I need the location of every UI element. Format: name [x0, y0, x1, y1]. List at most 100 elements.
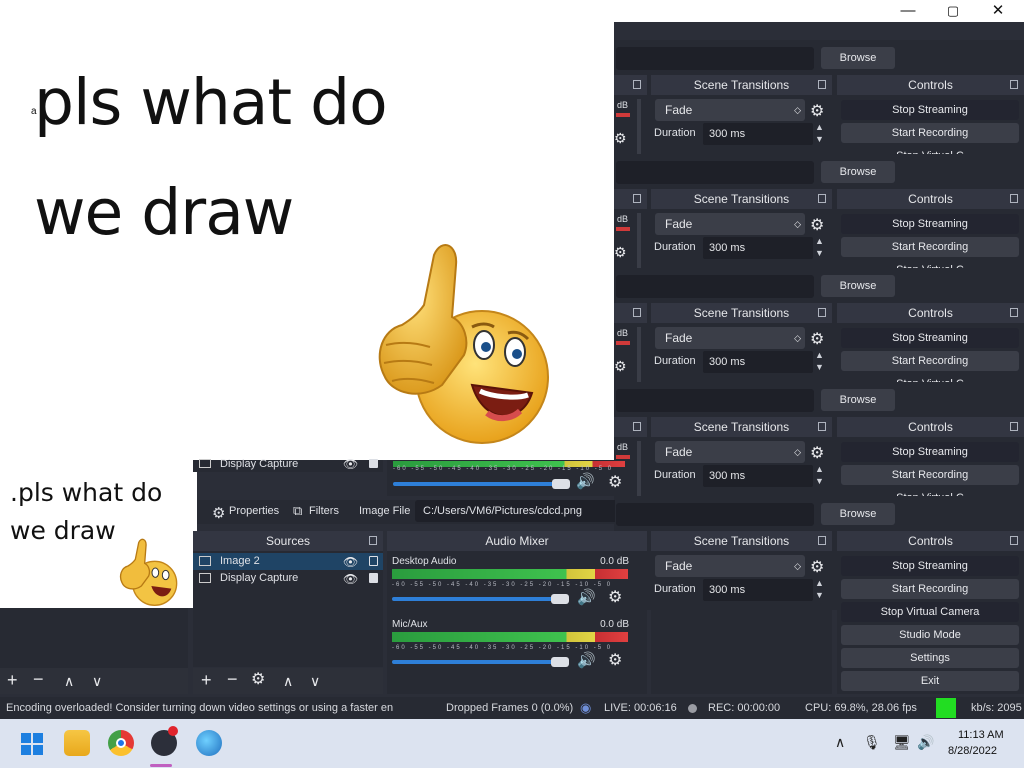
chrome-icon[interactable] — [108, 730, 134, 756]
splitter[interactable] — [637, 441, 641, 496]
volume-slider-handle[interactable] — [551, 657, 569, 667]
duration-down-icon[interactable]: ▼ — [815, 248, 824, 258]
unlock-icon[interactable] — [369, 556, 378, 566]
splitter[interactable] — [637, 327, 641, 382]
exit-button[interactable]: Exit — [841, 671, 1019, 691]
partial-virtual-camera-button[interactable]: Stop Virtual C — [841, 146, 1019, 154]
microphone-icon[interactable]: 🎙 — [863, 734, 881, 751]
volume-slider-handle[interactable] — [551, 594, 569, 604]
dock-icon[interactable] — [633, 194, 641, 203]
stop-streaming-button[interactable]: Stop Streaming — [841, 214, 1019, 234]
start-recording-button[interactable]: Start Recording — [841, 237, 1019, 257]
transition-gear-icon[interactable]: ⚙ — [810, 443, 824, 463]
dock-icon[interactable] — [818, 536, 826, 545]
duration-input[interactable]: 300 ms — [703, 237, 813, 259]
dock-icon[interactable] — [818, 308, 826, 317]
duration-input[interactable]: 300 ms — [703, 351, 813, 373]
dock-icon[interactable] — [633, 80, 641, 89]
source-item-display-capture[interactable]: Display Capture 👁 — [193, 570, 383, 587]
gear-icon[interactable]: ⚙ — [608, 653, 622, 669]
gear-icon[interactable]: ⚙ — [608, 475, 622, 491]
move-down-icon[interactable]: ∨ — [310, 674, 320, 688]
sources-list[interactable]: Image 2 👁 Display Capture 👁 — [193, 551, 383, 667]
dock-icon[interactable] — [369, 536, 377, 545]
volume-slider-handle[interactable] — [552, 479, 570, 489]
transition-gear-icon[interactable]: ⚙ — [810, 215, 824, 235]
obs-icon[interactable] — [151, 726, 178, 756]
visibility-eye-icon[interactable]: 👁 — [343, 457, 358, 471]
transition-gear-icon[interactable]: ⚙ — [810, 557, 824, 577]
remove-source-icon[interactable]: − — [227, 670, 238, 688]
transition-gear-icon[interactable]: ⚙ — [810, 329, 824, 349]
partial-virtual-camera-button[interactable]: Stop Virtual C — [841, 260, 1019, 268]
dock-icon[interactable] — [1010, 536, 1018, 545]
clock-time[interactable]: 11:13 AM — [958, 729, 1004, 741]
speaker-icon[interactable]: 🔊 — [576, 474, 595, 489]
close-button[interactable]: ✕ — [983, 1, 1013, 21]
dock-icon[interactable] — [1010, 422, 1018, 431]
stop-streaming-button[interactable]: Stop Streaming — [841, 100, 1019, 120]
duration-up-icon[interactable]: ▲ — [815, 578, 824, 588]
transition-select[interactable]: Fade ◇ — [655, 327, 805, 349]
visibility-eye-icon[interactable]: 👁 — [343, 555, 358, 569]
stop-streaming-button[interactable]: Stop Streaming — [841, 328, 1019, 348]
start-recording-button[interactable]: Start Recording — [841, 465, 1019, 485]
duration-up-icon[interactable]: ▲ — [815, 350, 824, 360]
stop-virtual-camera-button[interactable]: Stop Virtual Camera — [841, 602, 1019, 622]
properties-button[interactable]: Properties — [229, 505, 279, 517]
path-field[interactable] — [616, 503, 814, 526]
browse-button[interactable]: Browse — [821, 275, 895, 297]
lock-icon[interactable] — [369, 573, 378, 583]
transition-select[interactable]: Fade ◇ — [655, 441, 805, 463]
transition-select[interactable]: Fade ◇ — [655, 99, 805, 121]
dock-icon[interactable] — [1010, 308, 1018, 317]
volume-slider[interactable] — [392, 597, 557, 601]
move-down-icon[interactable]: ∨ — [92, 674, 102, 688]
duration-down-icon[interactable]: ▼ — [815, 362, 824, 372]
duration-up-icon[interactable]: ▲ — [815, 464, 824, 474]
windows-start-icon[interactable] — [21, 733, 43, 755]
dock-icon[interactable] — [818, 422, 826, 431]
duration-up-icon[interactable]: ▲ — [815, 122, 824, 132]
partial-virtual-camera-button[interactable]: Stop Virtual C — [841, 374, 1019, 382]
studio-mode-button[interactable]: Studio Mode — [841, 625, 1019, 645]
duration-down-icon[interactable]: ▼ — [815, 134, 824, 144]
gear-icon[interactable]: ⚙ — [608, 590, 622, 606]
partial-virtual-camera-button[interactable]: Stop Virtual C — [841, 488, 1019, 496]
move-up-icon[interactable]: ∧ — [64, 674, 74, 688]
duration-input[interactable]: 300 ms — [703, 579, 813, 601]
transition-select[interactable]: Fade ◇ — [655, 555, 805, 577]
duration-down-icon[interactable]: ▼ — [815, 476, 824, 486]
visibility-eye-icon[interactable]: 👁 — [343, 572, 358, 586]
filters-button[interactable]: Filters — [309, 505, 339, 517]
source-item-image-2[interactable]: Image 2 👁 — [193, 553, 383, 570]
minimize-button[interactable]: — — [893, 1, 923, 21]
splitter[interactable] — [637, 213, 641, 268]
move-up-icon[interactable]: ∧ — [283, 674, 293, 688]
browse-button[interactable]: Browse — [821, 47, 895, 69]
stop-streaming-button[interactable]: Stop Streaming — [841, 442, 1019, 462]
settings-button[interactable]: Settings — [841, 648, 1019, 668]
chevron-up-icon[interactable]: ∧ — [835, 734, 845, 751]
path-field[interactable] — [616, 275, 814, 298]
duration-input[interactable]: 300 ms — [703, 465, 813, 487]
duration-down-icon[interactable]: ▼ — [815, 590, 824, 600]
add-source-icon[interactable]: + — [201, 671, 212, 689]
preview-canvas[interactable]: a pls what do we draw — [0, 0, 614, 460]
browse-button[interactable]: Browse — [821, 503, 895, 525]
scenes-list-area[interactable] — [0, 608, 188, 668]
splitter[interactable] — [637, 99, 641, 154]
image-file-path[interactable]: C:/Users/VM6/Pictures/cdcd.png — [415, 500, 615, 522]
browse-button[interactable]: Browse — [821, 389, 895, 411]
stop-streaming-button[interactable]: Stop Streaming — [841, 556, 1019, 576]
clock-date[interactable]: 8/28/2022 — [948, 745, 997, 757]
path-field[interactable] — [616, 389, 814, 412]
maximize-button[interactable]: ▢ — [938, 1, 968, 21]
volume-slider[interactable] — [392, 660, 557, 664]
transition-gear-icon[interactable]: ⚙ — [810, 101, 824, 121]
gear-icon[interactable]: ⚙ — [251, 672, 265, 688]
paint-app-icon[interactable] — [196, 730, 222, 756]
dock-icon[interactable] — [1010, 194, 1018, 203]
add-scene-icon[interactable]: + — [7, 671, 18, 689]
duration-up-icon[interactable]: ▲ — [815, 236, 824, 246]
